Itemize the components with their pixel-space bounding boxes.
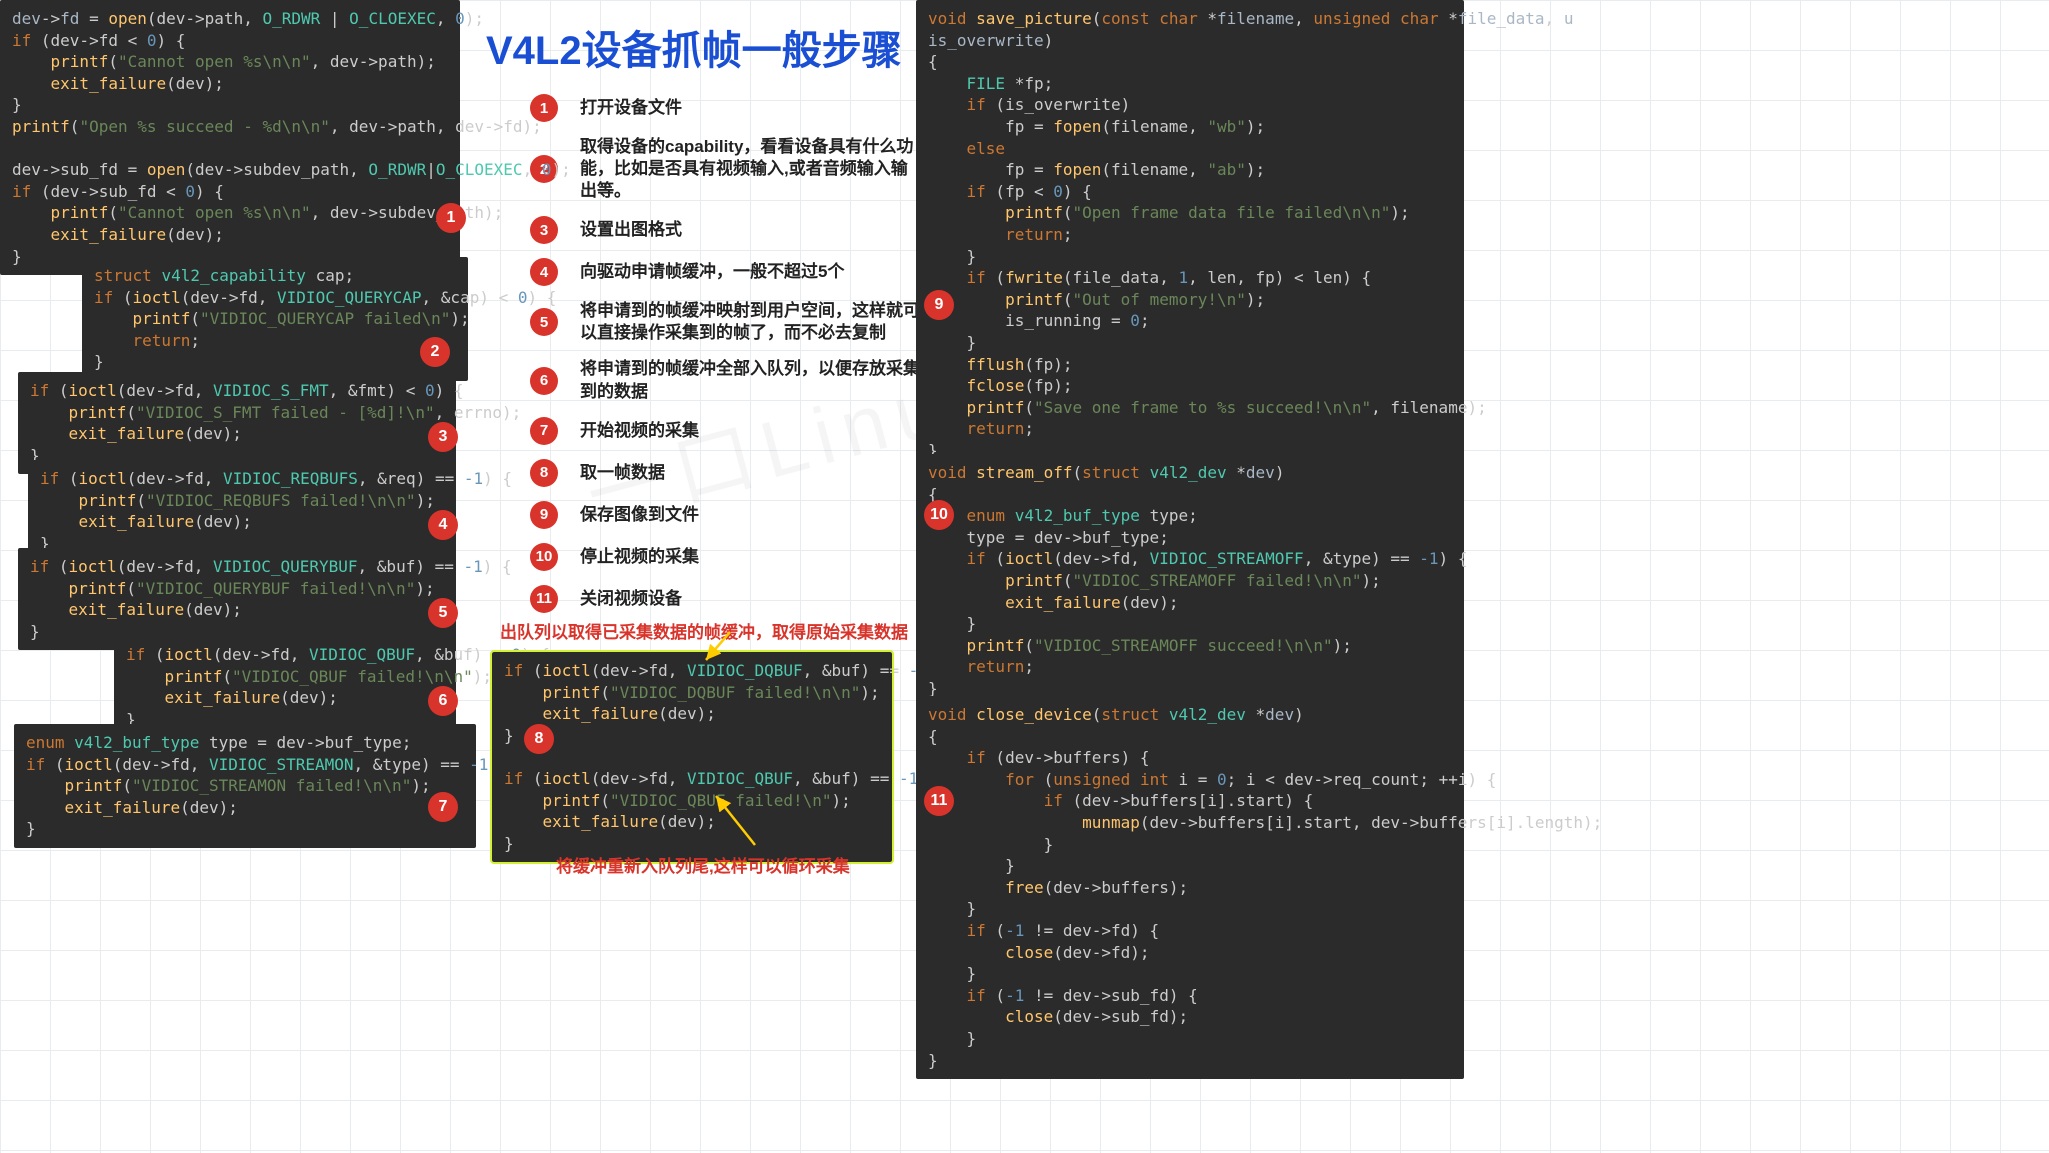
step-8: 8 取一帧数据 [530,459,920,487]
code-querycap: struct v4l2_capability cap; if (ioctl(de… [82,257,468,381]
step-text: 将申请到的帧缓冲全部入队列，以便存放采集到的数据 [580,358,920,402]
code-stream-off: void stream_off(struct v4l2_dev *dev) { … [916,454,1464,708]
step-6: 6 将申请到的帧缓冲全部入队列，以便存放采集到的数据 [530,358,920,402]
page-title: V4L2设备抓帧一般步骤 [486,18,902,76]
step-num: 6 [530,367,558,395]
code-badge-7: 7 [428,792,458,822]
step-num: 4 [530,258,558,286]
code-badge-5: 5 [428,598,458,628]
code-badge-4: 4 [428,510,458,540]
step-text: 取得设备的capability，看看设备具有什么功能，比如是否具有视频输入,或者… [580,136,920,202]
step-9: 9 保存图像到文件 [530,501,920,529]
code-badge-2: 2 [420,337,450,367]
step-5: 5 将申请到的帧缓冲映射到用户空间，这样就可以直接操作采集到的帧了，而不必去复制 [530,300,920,344]
step-num: 3 [530,216,558,244]
step-text: 向驱动申请帧缓冲，一般不超过5个 [580,261,844,283]
step-num: 11 [530,585,558,613]
steps-list: 1打开设备文件 2取得设备的capability，看看设备具有什么功能，比如是否… [530,94,920,627]
code-open-device: dev->fd = open(dev->path, O_RDWR | O_CLO… [0,0,460,275]
step-text: 停止视频的采集 [580,546,699,568]
code-badge-6: 6 [428,686,458,716]
step-4: 4 向驱动申请帧缓冲，一般不超过5个 [530,258,920,286]
step-1: 1打开设备文件 [530,94,920,122]
code-badge-3: 3 [428,422,458,452]
step-num: 8 [530,459,558,487]
step-text: 关闭视频设备 [580,588,682,610]
step-3: 3 设置出图格式 [530,216,920,244]
code-badge-9: 9 [924,290,954,320]
step-text: 开始视频的采集 [580,420,699,442]
code-streamon: enum v4l2_buf_type type = dev->buf_type;… [14,724,476,848]
step-10: 10 停止视频的采集 [530,543,920,571]
step-11: 11 关闭视频设备 [530,585,920,613]
code-save-picture: void save_picture(const char *filename, … [916,0,1464,469]
step-text: 将申请到的帧缓冲映射到用户空间，这样就可以直接操作采集到的帧了，而不必去复制 [580,300,920,344]
annotation-enqueue: 将缓冲重新入队列尾,这样可以循环采集 [556,852,850,877]
step-text: 打开设备文件 [580,97,682,119]
step-text: 取一帧数据 [580,462,665,484]
code-close-device: void close_device(struct v4l2_dev *dev) … [916,696,1464,1079]
step-num: 5 [530,308,558,336]
annotation-dequeue: 出队列以取得已采集数据的帧缓冲，取得原始采集数据 [500,618,908,643]
step-num: 10 [530,543,558,571]
code-badge-10: 10 [924,500,954,530]
code-badge-1: 1 [436,203,466,233]
step-text: 保存图像到文件 [580,504,699,526]
step-text: 设置出图格式 [580,219,682,241]
step-num: 9 [530,501,558,529]
step-7: 7 开始视频的采集 [530,417,920,445]
code-badge-8: 8 [524,724,554,754]
code-dqbuf: if (ioctl(dev->fd, VIDIOC_DQBUF, &buf) =… [492,652,892,862]
code-badge-11: 11 [924,786,954,816]
step-num: 7 [530,417,558,445]
step-2: 2取得设备的capability，看看设备具有什么功能，比如是否具有视频输入,或… [530,136,920,202]
